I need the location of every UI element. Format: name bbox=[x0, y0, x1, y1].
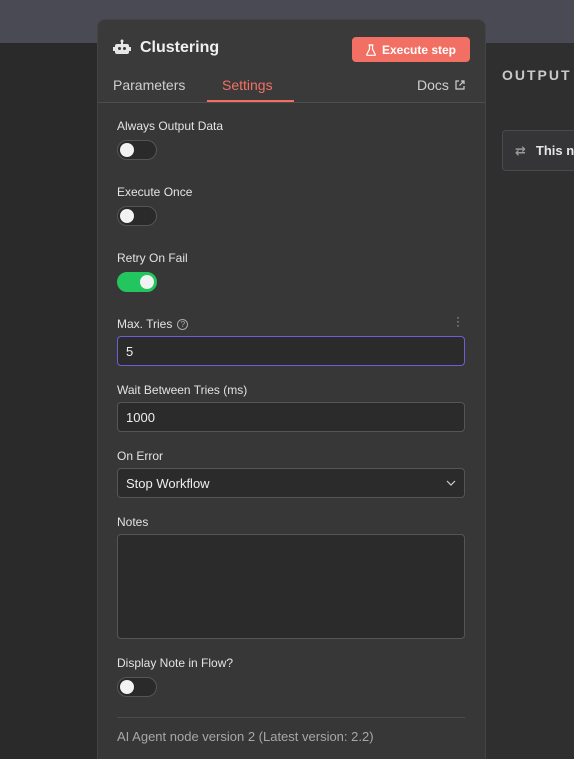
display-note-label: Display Note in Flow? bbox=[117, 656, 234, 670]
notes-textarea[interactable] bbox=[117, 534, 465, 639]
on-error-value: Stop Workflow bbox=[126, 475, 210, 491]
toggle-knob bbox=[120, 680, 134, 694]
settings-body: Always Output Data Execute Once Retry On… bbox=[98, 103, 485, 759]
wait-between-input[interactable]: 1000 bbox=[117, 402, 465, 432]
max-tries-label-text: Max. Tries bbox=[117, 317, 173, 331]
retry-on-fail-label: Retry On Fail bbox=[117, 251, 188, 265]
display-note-toggle[interactable] bbox=[117, 677, 157, 697]
tab-docs-label: Docs bbox=[417, 77, 449, 93]
always-output-toggle[interactable] bbox=[117, 140, 157, 160]
tab-docs[interactable]: Docs bbox=[417, 77, 465, 93]
on-error-select[interactable]: Stop Workflow bbox=[117, 468, 465, 498]
toggle-knob bbox=[140, 275, 154, 289]
external-link-icon bbox=[455, 80, 465, 90]
execute-once-label: Execute Once bbox=[117, 185, 193, 199]
robot-icon bbox=[113, 39, 131, 54]
always-output-label: Always Output Data bbox=[117, 119, 224, 133]
divider bbox=[117, 717, 465, 718]
tab-parameters[interactable]: Parameters bbox=[113, 77, 185, 93]
output-message: ⇄ This n bbox=[502, 130, 574, 171]
max-tries-label: Max. Tries ? bbox=[117, 317, 189, 331]
execute-step-button[interactable]: Execute step bbox=[352, 37, 470, 62]
tab-settings[interactable]: Settings bbox=[222, 77, 273, 93]
execute-once-toggle[interactable] bbox=[117, 206, 157, 226]
max-tries-input[interactable]: 5 bbox=[117, 336, 465, 366]
execute-step-label: Execute step bbox=[381, 42, 457, 57]
notes-label: Notes bbox=[117, 515, 149, 529]
toggle-knob bbox=[120, 143, 134, 157]
refresh-icon: ⇄ bbox=[515, 142, 526, 158]
active-tab-indicator bbox=[207, 100, 294, 102]
panel-tabs: Parameters Settings Docs bbox=[98, 76, 485, 103]
help-icon[interactable]: ? bbox=[177, 318, 189, 330]
version-note: AI Agent node version 2 (Latest version:… bbox=[117, 729, 374, 744]
output-message-text: This n bbox=[535, 143, 574, 158]
chevron-down-icon bbox=[446, 480, 456, 486]
wait-between-label: Wait Between Tries (ms) bbox=[117, 383, 248, 397]
retry-on-fail-toggle[interactable] bbox=[117, 272, 157, 292]
toggle-knob bbox=[120, 209, 134, 223]
on-error-label: On Error bbox=[117, 449, 164, 463]
panel-header: Clustering Execute step bbox=[98, 20, 485, 80]
output-panel-title: OUTPUT bbox=[502, 67, 572, 83]
flask-icon bbox=[366, 43, 376, 56]
more-options-icon[interactable]: · · · bbox=[455, 311, 461, 331]
node-title: Clustering bbox=[140, 39, 220, 56]
workflow-canvas bbox=[0, 43, 97, 759]
node-settings-panel: Clustering Execute step Parameters Setti… bbox=[97, 19, 486, 759]
